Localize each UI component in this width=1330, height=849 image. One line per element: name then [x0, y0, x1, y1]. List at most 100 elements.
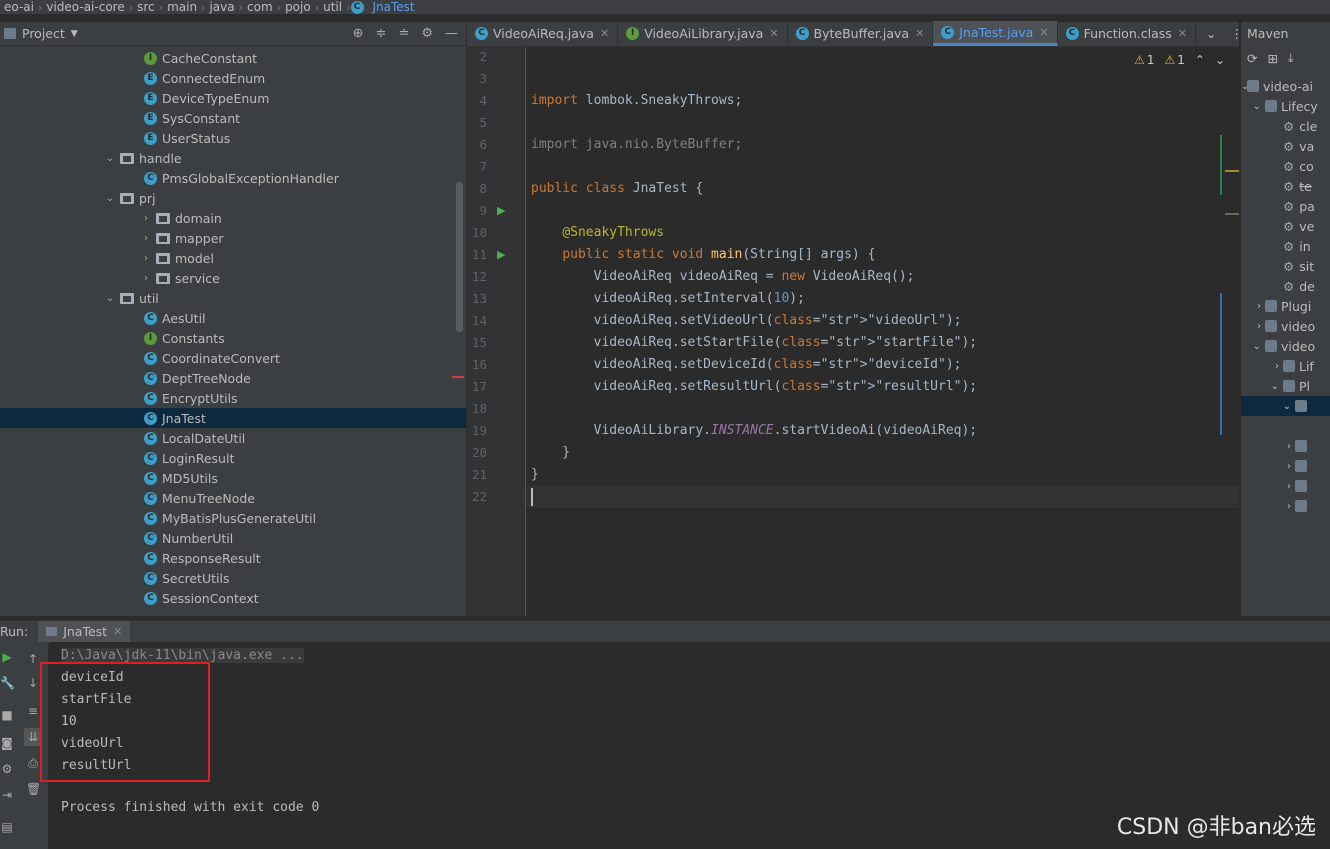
code-editor[interactable]: import lombok.SneakyThrows; import java.n…	[526, 47, 1239, 616]
project-tree-item[interactable]: I CacheConstant	[0, 48, 466, 68]
breadcrumb-item[interactable]: JnaTest	[369, 0, 419, 14]
breadcrumb-item[interactable]: java	[205, 0, 238, 14]
project-tree-item[interactable]: E SysConstant	[0, 108, 466, 128]
project-panel-title[interactable]: Project	[22, 26, 65, 41]
project-scrollbar[interactable]	[456, 182, 463, 332]
maven-tree-item[interactable]: › video	[1241, 316, 1330, 336]
chevron-right-icon[interactable]: ›	[140, 213, 152, 224]
chevron-right-icon[interactable]: ›	[1241, 301, 1265, 312]
chevron-right-icon[interactable]: ›	[1241, 461, 1295, 472]
maven-tree-item[interactable]: ›	[1241, 496, 1330, 516]
hide-icon[interactable]: —	[445, 26, 458, 41]
next-highlight-icon[interactable]: ⌄	[1215, 53, 1225, 67]
close-icon[interactable]: ✕	[915, 27, 924, 40]
project-tree-item[interactable]: E DeviceTypeEnum	[0, 88, 466, 108]
editor-tab[interactable]: I VideoAiLibrary.java ✕	[618, 21, 788, 46]
project-tree-item[interactable]: I Constants	[0, 328, 466, 348]
maven-tree-item[interactable]: ⚙ va	[1241, 136, 1330, 156]
breadcrumb-item[interactable]: video-ai-core	[42, 0, 128, 14]
chevron-down-icon[interactable]: ⌄	[104, 153, 116, 164]
editor-tab[interactable]: C JnaTest.java ✕	[933, 21, 1058, 46]
editor-tab[interactable]: C Function.class ✕	[1058, 21, 1196, 46]
maven-tree-item[interactable]: ›	[1241, 436, 1330, 456]
chevron-right-icon[interactable]: ›	[1241, 441, 1295, 452]
refresh-icon[interactable]: ⟳	[1247, 51, 1257, 66]
soft-wrap-icon[interactable]: ≡	[26, 704, 40, 718]
inspection-widget[interactable]: ⚠ 1 ⚠ 1 ⌃ ⌄	[1134, 53, 1225, 67]
previous-highlight-icon[interactable]: ⌃	[1195, 53, 1205, 67]
maven-tree-item[interactable]: ⚙ pa	[1241, 196, 1330, 216]
maven-tree-item[interactable]: ⚙ sit	[1241, 256, 1330, 276]
close-icon[interactable]: ✕	[769, 27, 778, 40]
maven-tree-item[interactable]: ⌄ video	[1241, 336, 1330, 356]
project-tree-item[interactable]: E ConnectedEnum	[0, 68, 466, 88]
breadcrumb-item[interactable]: util	[319, 0, 346, 14]
download-icon[interactable]: ⤓	[1288, 50, 1294, 66]
close-icon[interactable]: ✕	[1039, 26, 1048, 39]
breadcrumb-item[interactable]: main	[163, 0, 201, 14]
trash-icon[interactable]: 🗑	[26, 782, 41, 796]
breadcrumb-item[interactable]: com	[243, 0, 277, 14]
stop-icon[interactable]: ■	[0, 708, 14, 722]
run-class-icon[interactable]: ▶	[497, 204, 505, 217]
expand-all-icon[interactable]: ≑	[376, 26, 387, 41]
run-tab[interactable]: JnaTest ✕	[38, 620, 131, 643]
close-icon[interactable]: ✕	[113, 625, 122, 638]
project-tree-item[interactable]: › service	[0, 268, 466, 288]
maven-tree-item[interactable]: ›	[1241, 456, 1330, 476]
chevron-right-icon[interactable]: ›	[1241, 481, 1295, 492]
chevron-down-icon[interactable]: ⌄	[104, 193, 116, 204]
project-tree-item[interactable]: C AesUtil	[0, 308, 466, 328]
chevron-down-icon[interactable]: ⌄	[1241, 341, 1265, 352]
project-tree-item[interactable]: ⌄ handle	[0, 148, 466, 168]
rerun-icon[interactable]: ▶	[0, 650, 14, 664]
collapse-all-icon[interactable]: ≐	[398, 26, 409, 41]
gear-icon[interactable]: ⚙	[421, 26, 433, 41]
run-method-icon[interactable]: ▶	[497, 248, 505, 261]
up-arrow-icon[interactable]: ↑	[26, 652, 40, 666]
project-tree-item[interactable]: E UserStatus	[0, 128, 466, 148]
close-icon[interactable]: ✕	[600, 27, 609, 40]
maven-tree-item[interactable]: ⚙ de	[1241, 276, 1330, 296]
project-tree-item[interactable]: C SecretUtils	[0, 568, 466, 588]
project-tree-item[interactable]: › model	[0, 248, 466, 268]
project-tree-item[interactable]: C CoordinateConvert	[0, 348, 466, 368]
maven-tree-item[interactable]: ⚙ te	[1241, 176, 1330, 196]
maven-tree-item[interactable]: ⚙ in	[1241, 236, 1330, 256]
project-tree-item[interactable]: C ResponseResult	[0, 548, 466, 568]
maven-tree-item[interactable]: ⌄ video-ai	[1241, 76, 1330, 96]
project-tree-item[interactable]: › mapper	[0, 228, 466, 248]
project-tree-item[interactable]: C SessionContext	[0, 588, 466, 608]
add-project-icon[interactable]: ⊞	[1267, 51, 1277, 66]
chevron-right-icon[interactable]: ›	[140, 233, 152, 244]
project-tree-item[interactable]: C MyBatisPlusGenerateUtil	[0, 508, 466, 528]
camera-icon[interactable]: ◙	[0, 736, 14, 750]
locate-icon[interactable]: ⊕	[353, 26, 364, 41]
chevron-down-icon[interactable]: ⌄	[1206, 26, 1216, 41]
maven-tree-item[interactable]: › Plugi	[1241, 296, 1330, 316]
maven-tree-item[interactable]: ⚙ ve	[1241, 216, 1330, 236]
chevron-right-icon[interactable]: ›	[1241, 361, 1283, 372]
project-tree-item[interactable]: ⌄ util	[0, 288, 466, 308]
down-arrow-icon[interactable]: ↓	[26, 676, 40, 690]
project-tree-item[interactable]: C PmsGlobalExceptionHandler	[0, 168, 466, 188]
project-tree-item[interactable]: C MenuTreeNode	[0, 488, 466, 508]
chevron-down-icon[interactable]: ⌄	[1241, 401, 1295, 412]
project-tree-item[interactable]: C NumberUtil	[0, 528, 466, 548]
breadcrumb-item[interactable]: pojo	[281, 0, 315, 14]
chevron-down-icon[interactable]: ⌄	[1241, 381, 1283, 392]
project-tree-item[interactable]: C DeptTreeNode	[0, 368, 466, 388]
wrench-icon[interactable]: 🔧	[0, 676, 15, 690]
project-tree-item[interactable]: C LocalDateUtil	[0, 428, 466, 448]
maven-tree-item[interactable]: › Lif	[1241, 356, 1330, 376]
print-icon[interactable]: ⎙	[26, 756, 40, 770]
maven-tree-item[interactable]: ⌄ Lifecy	[1241, 96, 1330, 116]
maven-tree-item[interactable]: ›	[1241, 476, 1330, 496]
breadcrumb-item[interactable]: eo-ai	[0, 0, 38, 14]
project-tree-item[interactable]: C LoginResult	[0, 448, 466, 468]
project-tree-item[interactable]: ⌄ prj	[0, 188, 466, 208]
breadcrumb-item[interactable]: src	[133, 0, 159, 14]
maven-tree-item[interactable]: ⚙ co	[1241, 156, 1330, 176]
chevron-down-icon[interactable]: ▼	[71, 29, 78, 39]
project-tree-item[interactable]: C EncryptUtils	[0, 388, 466, 408]
